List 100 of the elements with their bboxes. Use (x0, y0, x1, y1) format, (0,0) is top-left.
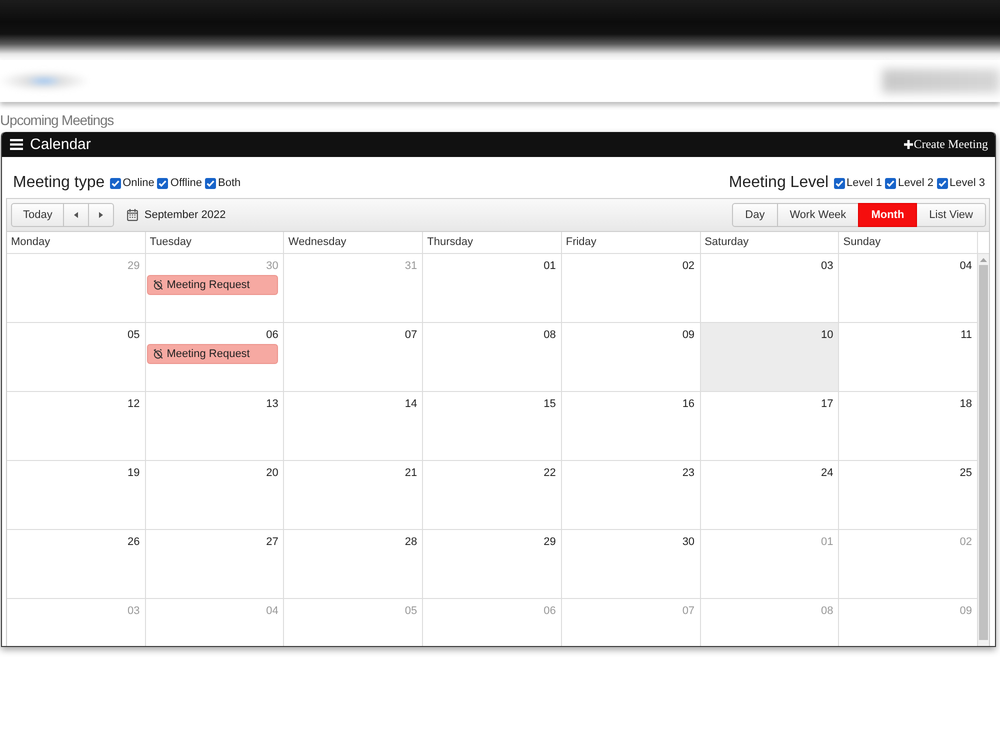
date-number: 29 (127, 260, 140, 272)
scrollbar-track[interactable] (978, 254, 989, 646)
checkbox-label[interactable]: Level 3 (950, 177, 985, 189)
checkbox[interactable] (834, 178, 845, 188)
day-cell[interactable]: 10 (700, 323, 840, 392)
date-number: 09 (682, 329, 695, 341)
date-number: 02 (960, 536, 972, 548)
day-cell[interactable]: 12 (7, 392, 146, 461)
caret-right-icon (99, 212, 104, 218)
date-number: 29 (544, 536, 556, 548)
day-cell[interactable]: 24 (700, 461, 840, 530)
date-number: 04 (266, 605, 278, 617)
day-cell[interactable]: 06 Meeting Request (146, 323, 284, 392)
day-cell[interactable]: 02 (562, 254, 701, 323)
date-number: 07 (682, 605, 695, 617)
day-cell[interactable]: 26 (7, 530, 146, 599)
checkbox[interactable] (205, 178, 216, 188)
create-meeting-button[interactable]: Create Meeting (904, 137, 988, 152)
day-cell[interactable]: 30 (562, 530, 701, 599)
checkbox[interactable] (157, 178, 168, 188)
today-button[interactable]: Today (11, 203, 64, 227)
day-cell[interactable]: 29 (423, 530, 562, 599)
day-cell[interactable]: 16 (562, 392, 701, 461)
section-title: Upcoming Meetings (0, 111, 114, 130)
day-cell[interactable]: 03 (700, 254, 840, 323)
clock-slash-icon (152, 349, 163, 359)
date-number: 11 (960, 329, 972, 341)
plus-icon (904, 140, 913, 149)
view-tab[interactable]: List View (916, 203, 986, 227)
view-tab[interactable]: Month (858, 203, 918, 227)
date-number: 17 (821, 398, 834, 410)
weekday-header-cell: Friday (562, 232, 701, 253)
day-cell[interactable]: 07 (284, 323, 424, 392)
filter-title: Meeting type (13, 174, 105, 192)
weekday-header-cell: Monday (7, 232, 146, 253)
day-cell[interactable]: 01 (423, 254, 562, 323)
weekday-header-cell: Saturday (700, 232, 840, 253)
date-number: 06 (544, 605, 556, 617)
filter-title: Meeting Level (728, 174, 829, 192)
day-cell[interactable]: 17 (700, 392, 840, 461)
day-cell[interactable]: 30 Meeting Request (146, 254, 284, 323)
date-number: 21 (404, 467, 418, 479)
checkbox-label[interactable]: Level 1 (846, 177, 882, 189)
date-number: 01 (821, 536, 834, 548)
day-cell[interactable]: 22 (423, 461, 562, 530)
caret-left-icon (74, 212, 78, 218)
checkbox[interactable] (110, 178, 121, 188)
checkbox-label[interactable]: Both (218, 177, 241, 189)
weekday-header-cell: Sunday (839, 232, 978, 253)
day-cell[interactable]: 14 (284, 392, 424, 461)
day-cell[interactable]: 13 (146, 392, 284, 461)
checkbox-label[interactable]: Online (122, 177, 154, 189)
period-label: September 2022 (144, 209, 226, 221)
date-number: 15 (544, 398, 556, 410)
date-number: 20 (266, 467, 278, 479)
checkbox[interactable] (885, 178, 896, 188)
clock-slash-icon (152, 280, 163, 290)
event-chip[interactable]: Meeting Request (146, 344, 278, 364)
day-cell[interactable]: 25 (839, 461, 978, 530)
date-number: 01 (544, 260, 556, 272)
weekday-header-cell: Tuesday (146, 232, 284, 253)
date-number: 31 (404, 260, 418, 272)
date-number: 22 (544, 467, 556, 479)
day-cell[interactable]: 18 (839, 392, 978, 461)
day-cell[interactable]: 23 (562, 461, 701, 530)
date-number: 05 (404, 605, 418, 617)
day-cell[interactable]: 08 (423, 323, 562, 392)
day-cell[interactable]: 20 (146, 461, 284, 530)
date-number: 07 (404, 329, 418, 341)
panel-title: Calendar (30, 136, 91, 153)
checkbox[interactable] (936, 178, 948, 188)
weekday-header-cell: Wednesday (284, 232, 424, 253)
date-number: 25 (960, 467, 972, 479)
date-number: 24 (821, 467, 834, 479)
day-cell[interactable]: 27 (146, 530, 284, 599)
date-number: 10 (821, 329, 834, 341)
date-number: 30 (682, 536, 695, 548)
day-cell[interactable]: 19 (7, 461, 146, 530)
event-chip[interactable]: Meeting Request (146, 275, 278, 295)
view-tab[interactable]: Work Week (776, 203, 860, 227)
checkbox-label[interactable]: Offline (170, 177, 202, 189)
scrollbar-thumb[interactable] (979, 265, 988, 640)
date-number: 16 (682, 398, 695, 410)
day-cell[interactable]: 28 (284, 530, 424, 599)
date-number: 03 (127, 605, 140, 617)
date-number: 27 (266, 536, 278, 548)
day-cell[interactable]: 15 (423, 392, 562, 461)
day-cell[interactable]: 21 (284, 461, 424, 530)
weekday-header-cell: Thursday (423, 232, 562, 253)
day-cell[interactable]: 11 (839, 323, 978, 392)
day-cell[interactable]: 09 (562, 323, 701, 392)
date-number: 06 (266, 329, 278, 341)
menu-icon[interactable] (10, 139, 23, 150)
day-cell[interactable]: 04 (839, 254, 978, 323)
date-number: 02 (682, 260, 695, 272)
day-cell[interactable]: 05 (7, 323, 146, 392)
view-tab[interactable]: Day (732, 203, 778, 227)
date-number: 09 (960, 605, 972, 617)
calendar-icon (127, 209, 138, 221)
checkbox-label[interactable]: Level 2 (898, 177, 934, 189)
